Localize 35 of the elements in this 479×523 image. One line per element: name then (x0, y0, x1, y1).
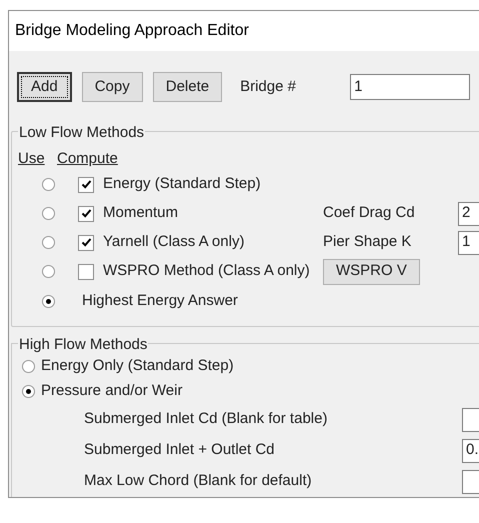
parameter-label: Max Low Chord (Blank for default) (84, 471, 313, 492)
method-label: WSPRO Method (Class A only) (103, 261, 311, 282)
window-title: Bridge Modeling Approach Editor (15, 21, 249, 41)
column-header: Use (18, 148, 46, 169)
radio-button[interactable] (22, 385, 35, 398)
method-label: Yarnell (Class A only) (103, 232, 246, 252)
checkbox[interactable] (78, 206, 94, 222)
text-field[interactable]: 2 (458, 202, 479, 226)
column-header: Compute (57, 148, 118, 169)
parameter-label: Pier Shape K (323, 232, 412, 252)
radio-button[interactable] (42, 207, 55, 220)
radio-button[interactable] (42, 265, 55, 278)
method-label: Highest Energy Answer (82, 290, 238, 311)
text-field[interactable]: 1 (350, 74, 470, 100)
text-field[interactable]: 1 (458, 230, 479, 254)
checkbox[interactable] (78, 264, 94, 280)
parameter-label: Coef Drag Cd (323, 203, 416, 224)
method-label: Momentum (103, 203, 180, 224)
radio-button[interactable] (42, 236, 55, 249)
toolbar-button[interactable]: Add (17, 72, 72, 102)
parameter-label: Submerged Inlet Cd (Blank for table) (84, 409, 328, 430)
toolbar-button[interactable]: Copy (82, 72, 143, 102)
bridge-number-label: Bridge # (240, 76, 297, 97)
method-label: Energy (Standard Step) (103, 174, 261, 194)
parameter-label: Submerged Inlet + Outlet Cd (84, 440, 276, 460)
radio-button[interactable] (42, 178, 55, 191)
radio-button[interactable] (22, 360, 35, 373)
checkbox[interactable] (78, 234, 94, 250)
wspro-button[interactable]: WSPRO V (323, 258, 420, 284)
option-label: Energy Only (Standard Step) (41, 356, 234, 376)
option-label: Pressure and/or Weir (41, 381, 182, 402)
toolbar-button[interactable]: Delete (152, 72, 222, 102)
checkbox[interactable] (78, 176, 94, 192)
radio-button[interactable] (42, 294, 55, 308)
text-field[interactable]: 0. (462, 438, 479, 462)
